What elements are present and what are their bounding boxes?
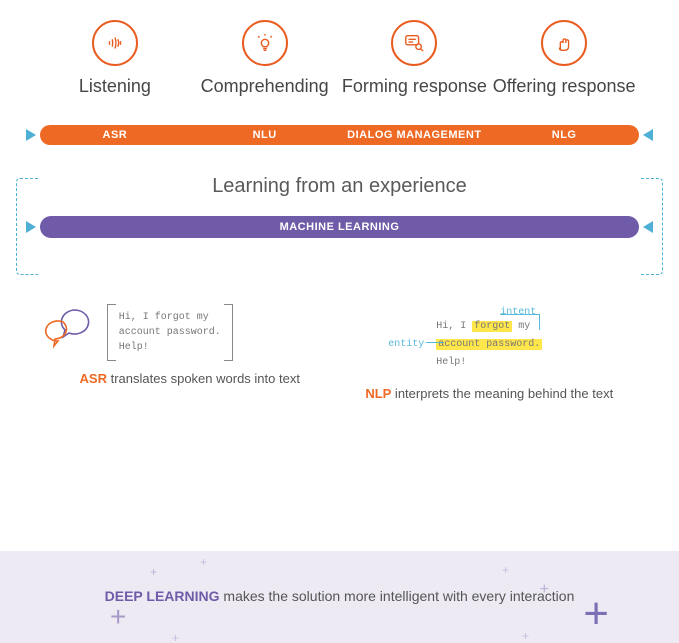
arrow-left-icon — [26, 221, 36, 233]
nlp-line2: account password. — [436, 336, 542, 354]
examples-row: Hi, I forgot my account password. Help! … — [0, 304, 679, 403]
arrow-left-icon — [26, 129, 36, 141]
nlp-caption-bold: NLP — [365, 386, 391, 401]
arrow-right-icon — [643, 221, 653, 233]
stage-offering: Offering response — [489, 20, 639, 97]
banner-rest: makes the solution more intelligent with… — [220, 588, 575, 604]
stage-comprehending: Comprehending — [190, 20, 340, 97]
sound-icon — [92, 20, 138, 66]
plus-icon: + — [110, 601, 126, 633]
asr-caption-rest: translates spoken words into text — [107, 371, 300, 386]
pipeline-item-nlg: NLG — [489, 129, 639, 141]
machine-learning-bar-wrap: MACHINE LEARNING — [40, 216, 639, 238]
asr-line: account password. — [119, 325, 221, 340]
nlp-caption: NLP interprets the meaning behind the te… — [344, 386, 634, 403]
plus-icon: + — [150, 565, 157, 579]
entity-label: entity — [388, 336, 424, 354]
stage-label: Offering response — [489, 76, 639, 97]
plus-icon: + — [522, 629, 529, 643]
pipeline-item-asr: ASR — [40, 129, 190, 141]
speech-bubble-icon — [45, 308, 95, 357]
nlp-caption-rest: interprets the meaning behind the text — [391, 386, 613, 401]
nlp-line3: Help! — [436, 354, 542, 372]
nlp-sample-text: intent entity Hi, I forgot my account pa… — [436, 318, 542, 376]
hand-icon — [541, 20, 587, 66]
deep-learning-banner: DEEP LEARNING makes the solution more in… — [0, 551, 679, 643]
plus-icon: + — [172, 631, 179, 643]
nlp-l1-prefix: Hi, I — [436, 321, 472, 332]
intent-connector-line — [500, 314, 540, 330]
plus-icon: + — [583, 589, 609, 639]
banner-text: DEEP LEARNING makes the solution more in… — [40, 587, 639, 607]
asr-caption: ASR translates spoken words into text — [45, 371, 335, 388]
stage-forming: Forming response — [340, 20, 490, 97]
pipeline-bar: ASR NLU DIALOG MANAGEMENT NLG — [40, 125, 639, 145]
stage-listening: Listening — [40, 20, 190, 97]
arrow-right-icon — [643, 129, 653, 141]
pipeline-item-nlu: NLU — [190, 129, 340, 141]
learning-text: Learning from an experience — [0, 175, 679, 198]
example-asr: Hi, I forgot my account password. Help! … — [45, 304, 335, 403]
example-nlp: intent entity Hi, I forgot my account pa… — [344, 304, 634, 403]
dialog-search-icon — [391, 20, 437, 66]
asr-line: Help! — [119, 340, 221, 355]
lightbulb-icon — [242, 20, 288, 66]
stage-label: Listening — [40, 76, 190, 97]
pipeline-bar-wrap: ASR NLU DIALOG MANAGEMENT NLG — [40, 125, 639, 145]
asr-caption-bold: ASR — [80, 371, 107, 386]
asr-sample-text: Hi, I forgot my account password. Help! — [107, 304, 233, 361]
stage-label: Comprehending — [190, 76, 340, 97]
nlp-entity-highlight: account password. — [436, 339, 542, 350]
asr-line: Hi, I forgot my — [119, 310, 221, 325]
plus-icon: + — [502, 563, 509, 577]
pipeline-item-dialog: DIALOG MANAGEMENT — [340, 129, 490, 141]
stage-label: Forming response — [340, 76, 490, 97]
entity-connector-line — [426, 342, 444, 343]
plus-icon: + — [200, 555, 207, 569]
machine-learning-bar: MACHINE LEARNING — [40, 216, 639, 238]
stages-row: Listening Comprehending Forming response… — [0, 0, 679, 107]
plus-icon: + — [540, 581, 549, 599]
